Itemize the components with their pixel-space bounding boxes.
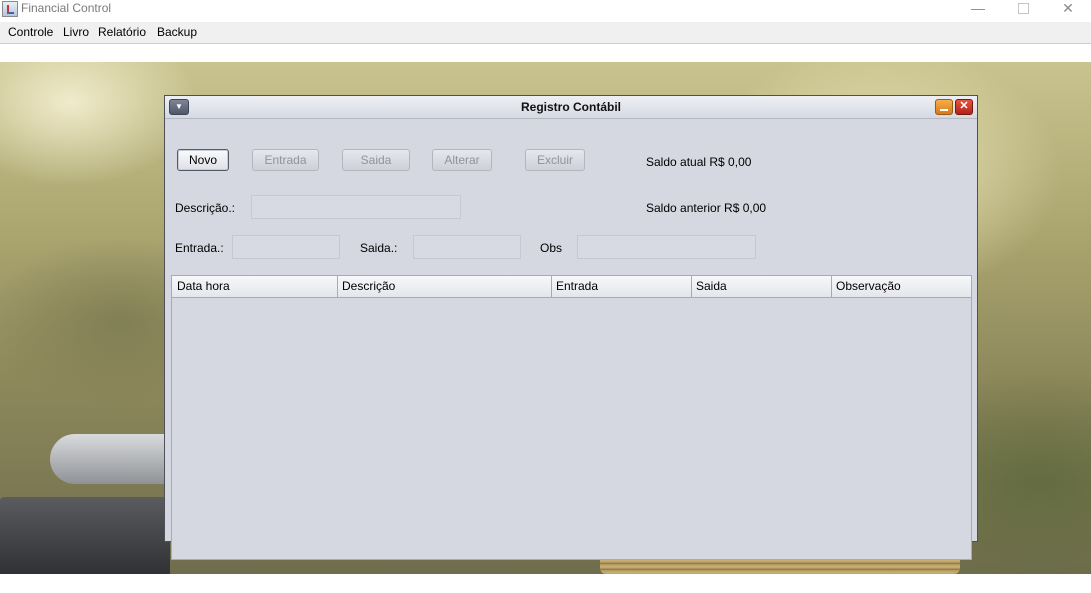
- bottom-strip: [0, 574, 1091, 593]
- column-header-observacao[interactable]: Observação: [831, 276, 971, 297]
- saldo-anterior-label: Saldo anterior R$ 0,00: [646, 201, 767, 215]
- descricao-label: Descrição.:: [175, 201, 236, 215]
- menu-bar: Controle Livro Relatório Backup: [0, 22, 1091, 44]
- saida-button[interactable]: Saida: [342, 149, 410, 171]
- calculator-image: [50, 434, 170, 484]
- saldo-atual-label: Saldo atual R$ 0,00: [646, 155, 752, 169]
- calculator-keypad-image: [0, 497, 170, 574]
- menu-livro[interactable]: Livro: [63, 25, 89, 39]
- menu-backup[interactable]: Backup: [157, 25, 197, 39]
- menu-relatorio[interactable]: Relatório: [98, 25, 146, 39]
- column-header-entrada[interactable]: Entrada: [551, 276, 692, 297]
- minimize-window-button[interactable]: —: [955, 0, 1001, 18]
- entrada-button[interactable]: Entrada: [252, 149, 319, 171]
- registro-contabil-window: ▼ Registro Contábil ✕ Novo Entrada Saida…: [164, 95, 978, 560]
- column-header-saida[interactable]: Saida: [691, 276, 832, 297]
- alterar-button[interactable]: Alterar: [432, 149, 492, 171]
- column-header-descricao[interactable]: Descrição: [337, 276, 552, 297]
- close-window-button[interactable]: ✕: [1045, 0, 1091, 18]
- column-header-data-hora[interactable]: Data hora: [172, 276, 338, 297]
- obs-label: Obs: [540, 241, 563, 255]
- entrada-label: Entrada.:: [175, 241, 224, 255]
- maximize-icon: [1017, 3, 1029, 14]
- internal-frame-title: Registro Contábil: [520, 100, 621, 114]
- descricao-field[interactable]: [251, 195, 461, 219]
- menu-controle[interactable]: Controle: [8, 25, 53, 39]
- window-title-bar: Financial Control — ✕: [0, 0, 1091, 22]
- close-frame-button[interactable]: ✕: [955, 99, 973, 115]
- table-header: Data hora Descrição Entrada Saida Observ…: [172, 276, 971, 298]
- saida-field[interactable]: [413, 235, 521, 259]
- frame-content: Novo Entrada Saida Alterar Excluir Saldo…: [165, 118, 977, 560]
- window-title: Financial Control: [21, 1, 112, 15]
- maximize-window-button[interactable]: [1000, 0, 1046, 18]
- obs-field[interactable]: [577, 235, 756, 259]
- iconify-button[interactable]: [935, 99, 953, 115]
- internal-frame-title-bar[interactable]: ▼ Registro Contábil ✕: [165, 96, 977, 119]
- java-app-icon: [2, 1, 18, 17]
- entrada-field[interactable]: [232, 235, 340, 259]
- novo-button[interactable]: Novo: [177, 149, 229, 171]
- registros-table[interactable]: Data hora Descrição Entrada Saida Observ…: [171, 275, 972, 560]
- minimize-icon: [940, 109, 948, 111]
- saida-label: Saida.:: [360, 241, 398, 255]
- excluir-button[interactable]: Excluir: [525, 149, 585, 171]
